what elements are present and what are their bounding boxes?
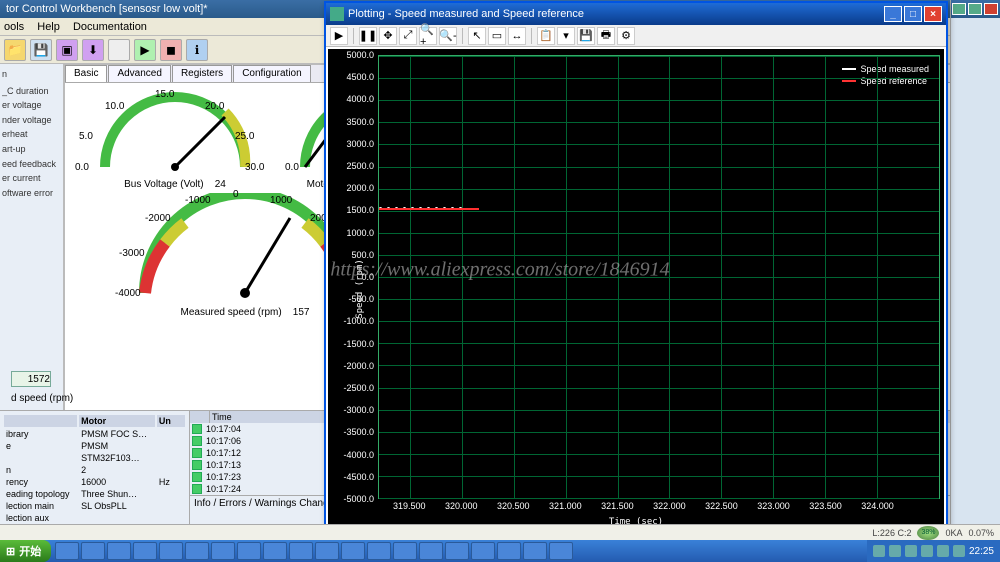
chart-area[interactable]: Speed (rpm) -5000.0-4500.0-4000.0-3500.0… [328, 49, 944, 529]
task-item[interactable] [133, 542, 157, 560]
menu-help[interactable]: Help [37, 21, 60, 33]
cpu-badge: 38% [917, 526, 939, 540]
move-icon[interactable]: ✥ [379, 27, 397, 45]
bus-voltage-label: Bus Voltage (Volt) [124, 179, 204, 190]
task-item[interactable] [159, 542, 183, 560]
zoom-reset-icon[interactable]: ⤢ [399, 27, 417, 45]
x-axis: 319.500320.000320.500321.000321.500322.0… [378, 501, 940, 515]
plot-toolbar: ▶ ❚❚ ✥ ⤢ 🔍+ 🔍- ↖ ▭ ↔ 📋 ▾ 💾 🖶 ⚙ [326, 25, 946, 47]
play-icon[interactable] [192, 460, 202, 470]
play-icon[interactable] [192, 436, 202, 446]
close-button[interactable]: × [924, 6, 942, 22]
play-icon[interactable] [192, 424, 202, 434]
settings-icon[interactable]: ⚙ [617, 27, 635, 45]
task-item[interactable] [107, 542, 131, 560]
task-item[interactable] [315, 542, 339, 560]
task-item[interactable] [523, 542, 547, 560]
taskbar[interactable]: ⊞开始 22:25 [0, 540, 1000, 562]
play-icon[interactable]: ▶ [330, 27, 348, 45]
speed-label: d speed (rpm) [11, 393, 73, 404]
minimize-button[interactable]: _ [884, 6, 902, 22]
task-item[interactable] [549, 542, 573, 560]
task-item[interactable] [367, 542, 391, 560]
clock: 22:25 [969, 546, 994, 557]
play-icon[interactable] [192, 484, 202, 494]
tab-registers[interactable]: Registers [172, 65, 232, 82]
task-item[interactable] [185, 542, 209, 560]
tray-icon[interactable] [873, 545, 885, 557]
task-item[interactable] [445, 542, 469, 560]
task-item[interactable] [55, 542, 79, 560]
bus-voltage-value: 24 [215, 179, 226, 190]
task-item[interactable] [81, 542, 105, 560]
chart-plot[interactable]: Speed measured Speed reference [378, 55, 940, 499]
plot-title: Plotting - Speed measured and Speed refe… [348, 8, 584, 20]
background-window-right [950, 0, 1000, 540]
y-axis: -5000.0-4500.0-4000.0-3500.0-3000.0-2500… [328, 55, 376, 499]
start-button[interactable]: ⊞开始 [0, 540, 51, 562]
select-icon[interactable]: ▭ [488, 27, 506, 45]
sep [108, 39, 130, 61]
task-item[interactable] [341, 542, 365, 560]
task-item[interactable] [471, 542, 495, 560]
maximize-button[interactable]: □ [904, 6, 922, 22]
menu-tools[interactable]: ools [4, 21, 24, 33]
zoom-out-icon[interactable]: 🔍- [439, 27, 457, 45]
status-bar: L:226 C:2 38% 0KA 0.07% [0, 524, 1000, 540]
task-item[interactable] [211, 542, 235, 560]
stop-icon[interactable]: ◼ [160, 39, 182, 61]
cursor-icon[interactable]: ↖ [468, 27, 486, 45]
tab-configuration[interactable]: Configuration [233, 65, 310, 82]
measured-speed-label: Measured speed (rpm) [181, 307, 282, 318]
zoom-in-icon[interactable]: 🔍+ [419, 27, 437, 45]
fit-icon[interactable]: ↔ [508, 27, 526, 45]
task-item[interactable] [497, 542, 521, 560]
dropdown-icon[interactable]: ▾ [557, 27, 575, 45]
tray-icon[interactable] [953, 545, 965, 557]
system-tray[interactable]: 22:25 [867, 540, 1000, 562]
download-icon[interactable]: ⬇ [82, 39, 104, 61]
measured-speed-value: 157 [293, 307, 310, 318]
tray-icon[interactable] [937, 545, 949, 557]
taskbar-items [55, 542, 867, 560]
task-item[interactable] [393, 542, 417, 560]
task-item[interactable] [263, 542, 287, 560]
tray-icon[interactable] [905, 545, 917, 557]
chip-icon[interactable]: ▣ [56, 39, 78, 61]
save-icon[interactable]: 💾 [577, 27, 595, 45]
plotting-window[interactable]: Plotting - Speed measured and Speed refe… [324, 1, 948, 533]
cursor-pos: L:226 C:2 [872, 528, 911, 538]
motor-properties-table: MotorUn ibraryPMSM FOC S… ePMSM STM32F10… [0, 411, 190, 540]
open-icon[interactable]: 📁 [4, 39, 26, 61]
menu-documentation[interactable]: Documentation [73, 21, 147, 33]
print-icon[interactable]: 🖶 [597, 27, 615, 45]
plot-title-bar[interactable]: Plotting - Speed measured and Speed refe… [326, 3, 946, 25]
task-item[interactable] [237, 542, 261, 560]
play-icon[interactable] [192, 448, 202, 458]
legend: Speed measured Speed reference [842, 64, 929, 88]
pause-icon[interactable]: ❚❚ [359, 27, 377, 45]
play-icon[interactable]: ▶ [134, 39, 156, 61]
tab-basic[interactable]: Basic [65, 65, 107, 82]
save-icon[interactable]: 💾 [30, 39, 52, 61]
tray-icon[interactable] [921, 545, 933, 557]
task-item[interactable] [289, 542, 313, 560]
info-icon[interactable]: ℹ [186, 39, 208, 61]
task-item[interactable] [419, 542, 443, 560]
copy-icon[interactable]: 📋 [537, 27, 555, 45]
plot-app-icon [330, 7, 344, 21]
speed-input[interactable] [11, 371, 51, 387]
tray-icon[interactable] [889, 545, 901, 557]
tab-advanced[interactable]: Advanced [108, 65, 170, 82]
play-icon[interactable] [192, 472, 202, 482]
